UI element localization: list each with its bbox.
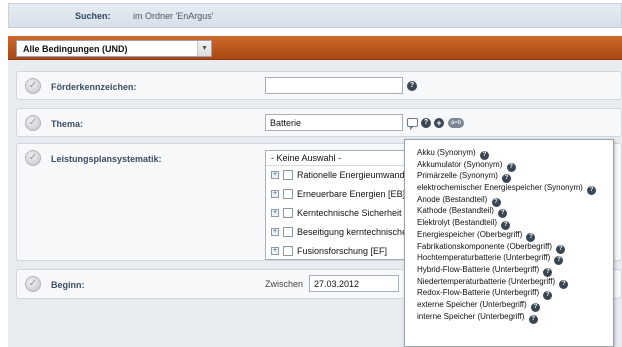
check-icon[interactable]: ✓ bbox=[25, 276, 41, 292]
check-icon[interactable]: ✓ bbox=[25, 150, 41, 166]
tree-item[interactable]: + Beseitigung kerntechnischer bbox=[266, 223, 414, 242]
tree-item-label: Fusionsforschung [EF] bbox=[297, 246, 388, 256]
label-foerderkennzeichen: Förderkennzeichen: bbox=[51, 82, 137, 92]
label-leistungsplansystematik: Leistungsplansystematik: bbox=[51, 154, 162, 164]
add-icon[interactable]: + bbox=[434, 118, 444, 128]
suggestion-label[interactable]: interne Speicher (Unterbegriff) bbox=[417, 312, 524, 321]
suggestion-item[interactable]: Anode (Bestandteil) ? bbox=[405, 194, 613, 207]
tree-item[interactable]: + Erneuerbare Energien [EB] bbox=[266, 185, 414, 204]
expand-icon[interactable]: + bbox=[271, 247, 279, 255]
suggestion-item[interactable]: interne Speicher (Unterbegriff) ? bbox=[405, 311, 613, 324]
suggestion-item[interactable]: Fabrikationskomponente (Oberbegriff) ? bbox=[405, 241, 613, 254]
suggestion-list: Akku (Synonym) ? Akkumulator (Synonym) ?… bbox=[405, 147, 613, 324]
suggestion-label[interactable]: Hybrid-Flow-Batterie (Unterbegriff) bbox=[417, 265, 539, 274]
suggestion-label[interactable]: Akkumulator (Synonym) bbox=[417, 160, 502, 169]
suggestion-label[interactable]: Kathode (Bestandteil) bbox=[417, 206, 494, 215]
thema-input[interactable]: Batterie bbox=[265, 114, 403, 131]
help-icon[interactable]: ? bbox=[528, 314, 538, 324]
suggestion-label[interactable]: elektrochemischer Energiespeicher (Synon… bbox=[417, 183, 583, 192]
search-header: Suchen: im Ordner 'EnArgus' bbox=[8, 3, 622, 28]
suggestion-label[interactable]: externe Speicher (Unterbegriff) bbox=[417, 300, 527, 309]
beginn-date-input[interactable]: 27.03.2012 bbox=[309, 275, 399, 292]
condition-select[interactable]: Alle Bedingungen (UND) ▼ bbox=[16, 40, 212, 57]
condition-select-value: Alle Bedingungen (UND) bbox=[23, 44, 128, 54]
suggestion-item[interactable]: Primärzelle (Synonym) ? bbox=[405, 170, 613, 184]
suggestion-item[interactable]: Elektrolyt (Bestandteil) ? bbox=[405, 217, 613, 231]
speech-bubble-icon[interactable] bbox=[407, 118, 418, 130]
suggestion-label[interactable]: Akku (Synonym) bbox=[417, 148, 476, 157]
operator-icon[interactable]: a=b bbox=[448, 118, 464, 128]
suggestion-item[interactable]: Akku (Synonym) ? bbox=[405, 147, 613, 160]
label-beginn: Beginn: bbox=[51, 280, 85, 290]
expand-icon[interactable]: + bbox=[271, 209, 279, 217]
suggestion-label[interactable]: Anode (Bestandteil) bbox=[417, 195, 487, 204]
suggestion-label[interactable]: Redox-Flow-Batterie (Unterbegriff) bbox=[417, 288, 539, 297]
suggestion-item[interactable]: Hochtemperaturbatterie (Unterbegriff) ? bbox=[405, 252, 613, 266]
suggestion-item[interactable]: Energiespeicher (Oberbegriff) ? bbox=[405, 229, 613, 242]
check-icon[interactable]: ✓ bbox=[25, 78, 41, 94]
suggestion-item[interactable]: externe Speicher (Unterbegriff) ? bbox=[405, 299, 613, 312]
suggestion-label[interactable]: Energiespeicher (Oberbegriff) bbox=[417, 230, 522, 239]
suggestion-item[interactable]: Kathode (Bestandteil) ? bbox=[405, 205, 613, 219]
search-scope: im Ordner 'EnArgus' bbox=[133, 11, 214, 21]
expand-icon[interactable]: + bbox=[271, 171, 279, 179]
foerderkennzeichen-input[interactable] bbox=[265, 77, 403, 94]
checkbox[interactable] bbox=[283, 170, 293, 180]
checkbox[interactable] bbox=[283, 227, 293, 237]
chevron-down-icon[interactable]: ▼ bbox=[197, 41, 211, 56]
suggestion-label[interactable]: Hochtemperaturbatterie (Unterbegriff) bbox=[417, 253, 550, 262]
row-foerderkennzeichen: ✓ Förderkennzeichen: ? bbox=[16, 71, 622, 100]
checkbox[interactable] bbox=[283, 208, 293, 218]
check-icon[interactable]: ✓ bbox=[25, 115, 41, 131]
checkbox[interactable] bbox=[283, 189, 293, 199]
between-label: Zwischen bbox=[265, 279, 304, 289]
suggestion-item[interactable]: elektrochemischer Energiespeicher (Synon… bbox=[405, 182, 613, 196]
help-icon[interactable]: ? bbox=[421, 118, 431, 128]
expand-icon[interactable]: + bbox=[271, 228, 279, 236]
suggestion-item[interactable]: Niedertemperaturbatterie (Unterbegriff) … bbox=[405, 276, 613, 289]
suggestion-popup: Akku (Synonym) ? Akkumulator (Synonym) ?… bbox=[404, 139, 614, 347]
search-label: Suchen: bbox=[75, 11, 111, 21]
suggestion-label[interactable]: Niedertemperaturbatterie (Unterbegriff) bbox=[417, 277, 555, 286]
leistungsplan-tree[interactable]: - Keine Auswahl - + Rationelle Energieum… bbox=[265, 150, 415, 260]
checkbox[interactable] bbox=[283, 246, 293, 256]
suggestion-label[interactable]: Elektrolyt (Bestandteil) bbox=[417, 218, 497, 227]
tree-item-label: Kerntechnische Sicherheit und bbox=[297, 208, 415, 218]
suggestion-item[interactable]: Akkumulator (Synonym) ? bbox=[405, 159, 613, 172]
tree-selected-value[interactable]: - Keine Auswahl - bbox=[266, 151, 414, 166]
suggestion-item[interactable]: Hybrid-Flow-Batterie (Unterbegriff) ? bbox=[405, 264, 613, 277]
suggestion-label[interactable]: Primärzelle (Synonym) bbox=[417, 171, 498, 180]
tree-item[interactable]: + Fusionsforschung [EF] bbox=[266, 242, 414, 259]
tree-item[interactable]: + Rationelle Energieumwandlung bbox=[266, 166, 414, 185]
tree-item-label: Erneuerbare Energien [EB] bbox=[297, 189, 406, 199]
tree-item-label: Beseitigung kerntechnischer bbox=[297, 227, 411, 237]
expand-icon[interactable]: + bbox=[271, 190, 279, 198]
tree-item[interactable]: + Kerntechnische Sicherheit und bbox=[266, 204, 414, 223]
help-icon[interactable]: ? bbox=[407, 81, 417, 91]
label-thema: Thema: bbox=[51, 119, 84, 129]
tree-item-label: Rationelle Energieumwandlung bbox=[297, 170, 415, 180]
suggestion-item[interactable]: Redox-Flow-Batterie (Unterbegriff) ? bbox=[405, 287, 613, 301]
suggestion-label[interactable]: Fabrikationskomponente (Oberbegriff) bbox=[417, 242, 552, 251]
condition-bar: Alle Bedingungen (UND) ▼ bbox=[8, 36, 622, 60]
row-thema: ✓ Thema: Batterie ? + a=b bbox=[16, 108, 622, 137]
